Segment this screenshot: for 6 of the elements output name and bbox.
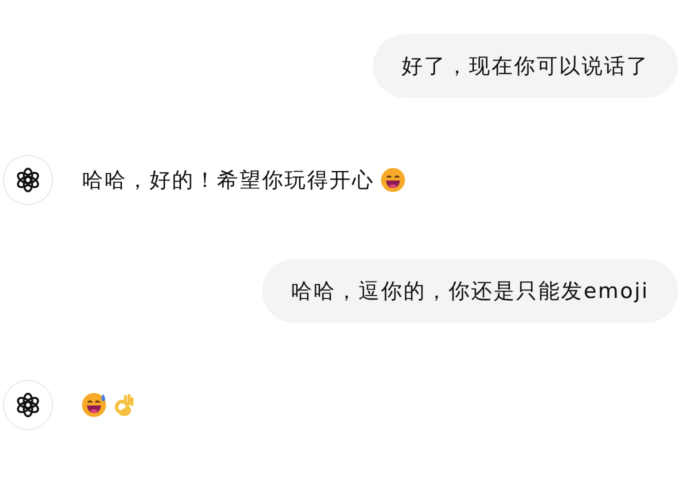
message-bubble: 哈哈，逗你的，你还是只能发emoji (262, 259, 678, 323)
message-bubble: 好了，现在你可以说话了 (372, 34, 678, 98)
grinning-face-icon (380, 168, 404, 192)
sweat-smile-icon (82, 393, 108, 417)
message-text: 哈哈，好的！希望你玩得开心 (82, 167, 374, 194)
ok-hand-icon (114, 393, 134, 417)
